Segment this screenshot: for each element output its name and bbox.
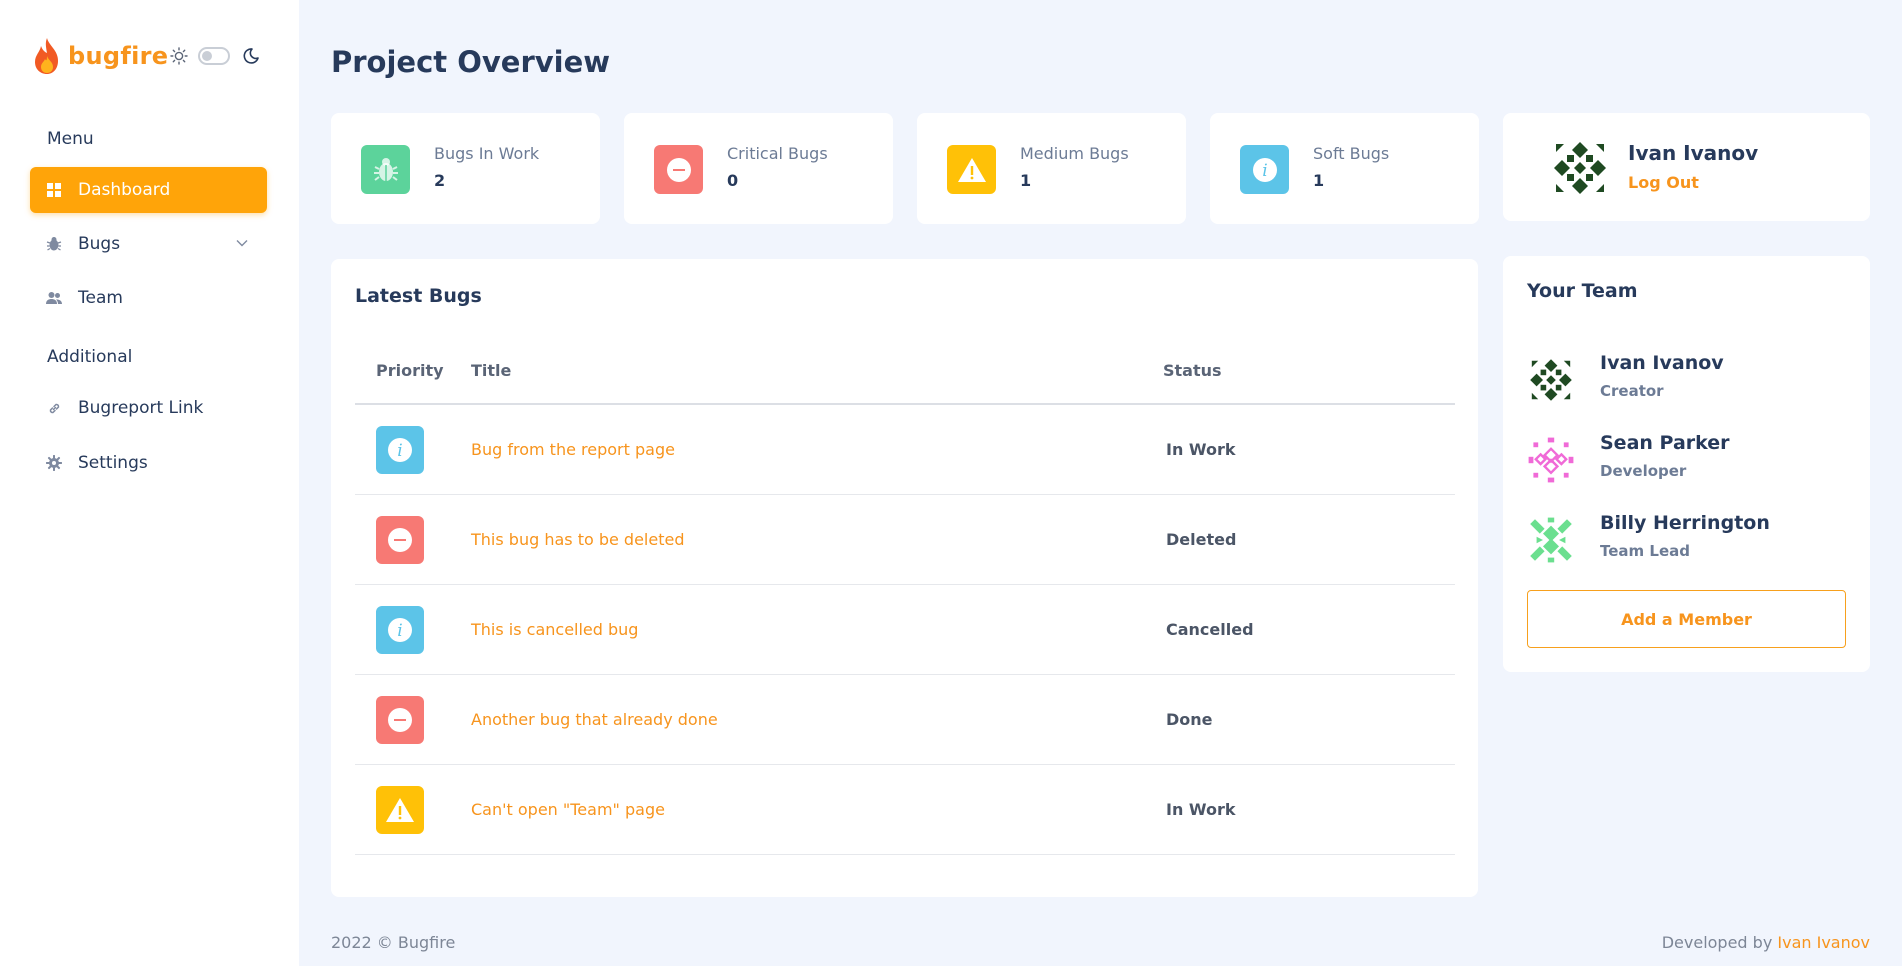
footer-credits: Developed by Ivan Ivanov [1662, 933, 1870, 952]
member-name: Sean Parker [1600, 432, 1730, 454]
bug-title-link[interactable]: Can't open "Team" page [471, 800, 665, 819]
member-role: Creator [1600, 382, 1664, 400]
avatar [1528, 437, 1574, 483]
sidebar-item-settings[interactable]: Settings [30, 440, 267, 486]
avatar[interactable] [1550, 138, 1610, 198]
brand-name: bugfire [68, 42, 169, 70]
column-header-title: Title [471, 361, 512, 380]
team-member[interactable]: Sean Parker Developer [1527, 428, 1857, 488]
team-member[interactable]: Ivan Ivanov Creator [1527, 348, 1857, 408]
stat-card-soft-bugs: i Soft Bugs 1 [1210, 113, 1479, 224]
sidebar-item-label: Dashboard [78, 180, 171, 200]
bug-title-link[interactable]: This is cancelled bug [471, 620, 638, 639]
logout-link[interactable]: Log Out [1628, 173, 1699, 192]
bug-title-link[interactable]: Another bug that already done [471, 710, 718, 729]
dashboard-icon [46, 182, 62, 198]
sidebar-item-dashboard[interactable]: Dashboard [30, 167, 267, 213]
stat-label: Critical Bugs [727, 144, 828, 163]
bug-title-link[interactable]: This bug has to be deleted [471, 530, 684, 549]
avatar [1530, 517, 1572, 563]
member-name: Billy Herrington [1600, 512, 1770, 534]
member-name: Ivan Ivanov [1600, 352, 1724, 374]
warning-icon [376, 786, 424, 834]
sidebar-item-label: Team [78, 288, 123, 308]
bug-icon [46, 236, 62, 252]
column-header-status: Status [1163, 361, 1222, 380]
table-row[interactable]: Another bug that already done Done [355, 675, 1455, 765]
bug-status: In Work [1166, 800, 1236, 819]
bug-status: Deleted [1166, 530, 1237, 549]
brand-logo[interactable]: bugfire [30, 36, 168, 76]
table-row[interactable]: i Bug from the report page In Work [355, 405, 1455, 495]
minus-circle-icon [376, 516, 424, 564]
theme-toggle[interactable] [198, 47, 230, 65]
stat-label: Soft Bugs [1313, 144, 1390, 163]
bug-title-link[interactable]: Bug from the report page [471, 440, 675, 459]
stat-label: Bugs In Work [434, 144, 540, 163]
users-icon [46, 290, 62, 306]
add-member-button[interactable]: Add a Member [1527, 590, 1846, 648]
flame-icon [35, 38, 58, 74]
sidebar-item-label: Bugs [78, 234, 121, 254]
user-profile-card: Ivan Ivanov Log Out [1503, 113, 1870, 221]
minus-circle-icon [654, 145, 703, 194]
stat-card-medium-bugs: Medium Bugs 1 [917, 113, 1186, 224]
warning-icon [947, 145, 996, 194]
chevron-down-icon [236, 240, 248, 247]
member-role: Developer [1600, 462, 1687, 480]
footer-author-link[interactable]: Ivan Ivanov [1777, 933, 1870, 952]
member-role: Team Lead [1600, 542, 1690, 560]
gear-icon [46, 455, 62, 471]
footer-copyright: 2022 © Bugfire [331, 933, 456, 952]
stat-label: Medium Bugs [1020, 144, 1129, 163]
stat-value: 2 [434, 171, 446, 190]
svg-text:i: i [1262, 161, 1267, 181]
sidebar-item-bugreport-link[interactable]: Bugreport Link [30, 385, 267, 431]
info-icon: i [1240, 145, 1289, 194]
footer-developed-by: Developed by [1661, 933, 1773, 952]
latest-bugs-title: Latest Bugs [355, 285, 482, 307]
bug-icon [361, 145, 410, 194]
sun-icon [170, 47, 188, 65]
stat-card-critical-bugs: Critical Bugs 0 [624, 113, 893, 224]
your-team-title: Your Team [1527, 280, 1638, 302]
sidebar: bugfire Menu Dashboard Bugs Team Additio… [0, 0, 299, 966]
stat-value: 0 [727, 171, 739, 190]
link-icon [46, 400, 62, 416]
info-icon: i [376, 606, 424, 654]
menu-heading: Menu [47, 129, 94, 149]
team-member[interactable]: Billy Herrington Team Lead [1527, 508, 1857, 568]
table-row[interactable]: This bug has to be deleted Deleted [355, 495, 1455, 585]
stat-card-bugs-in-work: Bugs In Work 2 [331, 113, 600, 224]
minus-circle-icon [376, 696, 424, 744]
avatar [1530, 359, 1572, 401]
svg-text:i: i [397, 621, 402, 641]
moon-icon [243, 48, 259, 64]
sidebar-item-bugs[interactable]: Bugs [30, 221, 267, 267]
sidebar-item-team[interactable]: Team [30, 275, 267, 321]
table-row[interactable]: Can't open "Team" page In Work [355, 765, 1455, 855]
stat-value: 1 [1313, 171, 1325, 190]
bug-status: In Work [1166, 440, 1236, 459]
sidebar-item-label: Bugreport Link [78, 398, 204, 418]
stat-value: 1 [1020, 171, 1032, 190]
table-row[interactable]: i This is cancelled bug Cancelled [355, 585, 1455, 675]
bug-status: Done [1166, 710, 1213, 729]
user-name: Ivan Ivanov [1628, 141, 1759, 165]
column-header-priority: Priority [376, 361, 444, 380]
info-icon: i [376, 426, 424, 474]
sidebar-item-label: Settings [78, 453, 148, 473]
bug-status: Cancelled [1166, 620, 1254, 639]
theme-switcher [170, 47, 260, 65]
additional-heading: Additional [47, 347, 133, 367]
svg-text:i: i [397, 441, 402, 461]
page-title: Project Overview [331, 45, 611, 79]
latest-bugs-card: Latest Bugs Priority Title Status i Bug … [331, 259, 1478, 897]
your-team-card: Your Team Ivan Ivanov Creator Sean Parke… [1503, 256, 1870, 672]
